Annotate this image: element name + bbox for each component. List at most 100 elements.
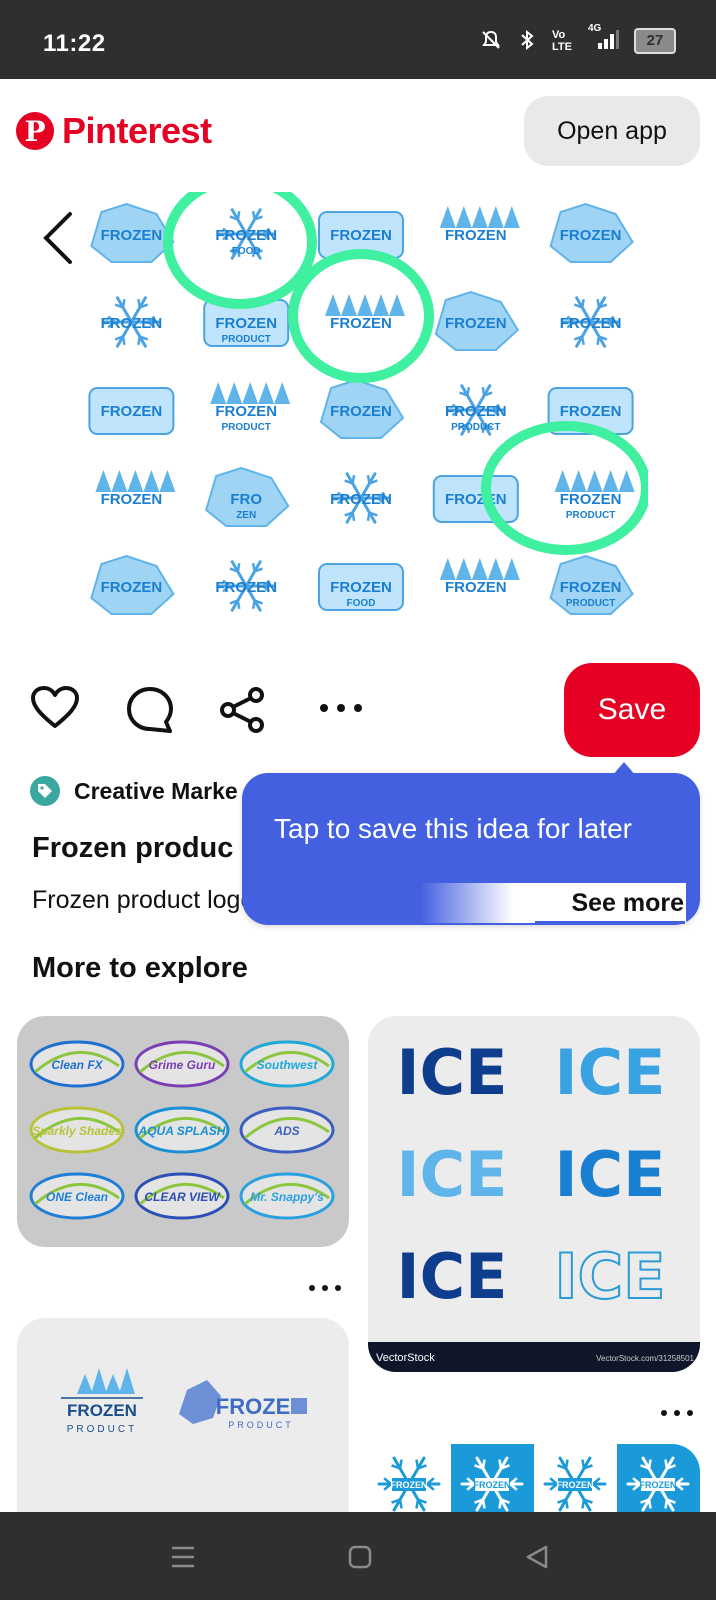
pressure-logo-label: Southwest [257, 1058, 319, 1072]
source-name: Creative Marke [74, 777, 238, 804]
battery-icon: 27 [634, 28, 676, 54]
pressure-logo-label: Clean FX [51, 1058, 103, 1072]
badge-label: FROZEN [640, 1480, 677, 1490]
ice-word: ICE [397, 1240, 508, 1313]
frozen-logo: FROZEN [90, 202, 175, 263]
logo-label: FOOD [347, 598, 376, 609]
pressure-logo: Clean FX [29, 1040, 125, 1088]
logo-label: PRODUCT [566, 598, 615, 609]
logo-label: FROZEN [445, 491, 507, 508]
pressure-logo-label: CLEAR VIEW [144, 1190, 221, 1204]
logo-label: FROZEN [560, 491, 622, 508]
logo-label: FROZEN [445, 579, 507, 596]
logo-label: FROZEN [101, 491, 163, 508]
back-icon[interactable] [524, 1544, 550, 1570]
explore-card-ice-text[interactable]: ICE ICE ICE ICE ICE ICE VectorStock VectorStock… [368, 1016, 700, 1372]
pin-title: Frozen produc [32, 832, 234, 864]
card2-more-icon[interactable] [660, 1393, 694, 1424]
logo-label: FROZEN [445, 315, 507, 332]
ice-word: ICE [397, 1036, 508, 1109]
more-to-explore-heading: More to explore [32, 952, 248, 984]
pin-source[interactable]: Creative Marke [30, 776, 238, 806]
pinterest-logo[interactable]: P Pinterest [16, 110, 212, 152]
logo-label: PRODUCT [451, 422, 500, 433]
logo-label: FROZEN [330, 491, 392, 508]
status-icons: Vo LTE 4G 27 [480, 23, 676, 54]
frozen-logo: FROZEN [319, 378, 405, 439]
logo-label: FROZEN [215, 227, 277, 244]
pressure-logo: ADS [239, 1106, 335, 1154]
frozen-logos-grid: FROZEN FROZENFOODFROZEN FROZEN FROZENFROZEN… [88, 175, 651, 615]
logo-label: FROZEN [101, 315, 163, 332]
home-icon[interactable] [348, 1545, 372, 1569]
pressure-logo: Mr. Snappy's [239, 1172, 335, 1220]
comment-icon[interactable] [126, 686, 174, 734]
card1-more-icon[interactable] [308, 1268, 342, 1299]
frozen-logo: FROZEN [439, 206, 520, 244]
logo-sublabel: PRODUCT [67, 1424, 137, 1435]
frozen-logo: FROZEN [325, 294, 405, 332]
logo-label: FROZEN [560, 227, 622, 244]
network-type: 4G [588, 22, 602, 34]
pressure-logo-label: ADS [273, 1124, 299, 1138]
more-options-icon[interactable] [318, 702, 364, 714]
ice-word: ICE [555, 1036, 666, 1109]
pressure-logo-label: AQUA SPLASH [138, 1124, 226, 1138]
status-bar: 11:22 Vo LTE 4G 27 [0, 0, 716, 79]
pin-image[interactable]: FROZEN FROZEN FOOD FROZEN FROZEN FROZEN FROZEN… [74, 175, 651, 632]
tooltip-text: Tap to save this idea for later [274, 813, 632, 844]
pressure-logo: CLEAR VIEW [134, 1172, 230, 1220]
frozen-logo: FROZEN PRODUCT [549, 554, 634, 615]
logo-label: FOOD [232, 246, 261, 257]
volte-icon: Vo LTE [552, 29, 572, 53]
frozen-logo: FROZEN [549, 202, 634, 263]
frozen-logo: FROZEN PRODUCT [210, 382, 291, 433]
frozen-logo: FROZEN [330, 472, 392, 524]
pressure-logo: AQUA SPLASH [134, 1106, 230, 1154]
frozen-logo: FROZENPRODUCT [179, 1380, 307, 1430]
frozen-logo: FROZEN [215, 560, 277, 612]
logo-label: FROZEN [101, 227, 163, 244]
tag-icon [30, 776, 60, 806]
badge-label: FROZEN [557, 1480, 594, 1490]
ice-word: ICE [397, 1138, 508, 1211]
pressure-logo: Southwest [239, 1040, 335, 1088]
logo-label: PRODUCT [566, 510, 615, 521]
frozen-logo: FROZEN [439, 558, 520, 596]
pressure-logo: Sparkly Shades [29, 1106, 125, 1154]
share-icon[interactable] [218, 686, 268, 734]
recent-apps-icon[interactable] [170, 1545, 196, 1569]
see-more-underline [535, 921, 685, 924]
logo-label: PRODUCT [221, 422, 270, 433]
pressure-logo: ONE Clean [29, 1172, 125, 1220]
logo-label: FROZEN [330, 227, 392, 244]
pressure-washing-logos: Clean FX Grime Guru Southwest Sparkly Shade… [29, 1040, 335, 1220]
bluetooth-icon [516, 29, 538, 54]
logo-label: FROZEN [215, 315, 277, 332]
frozen-logo: FROZEN [205, 466, 290, 527]
explore-card-pressure-logos[interactable]: Clean FX Grime Guru Southwest Sparkly Shade… [17, 1016, 349, 1247]
save-button[interactable]: Save [564, 663, 700, 757]
frozen-logo: FROZENPRODUCT [61, 1368, 143, 1435]
frozen-logo: FROZEN [90, 554, 175, 615]
logo-label: FROZEN [101, 579, 163, 596]
badge-label: FROZEN [474, 1480, 511, 1490]
pressure-logo-label: Sparkly Shades [32, 1124, 122, 1138]
open-app-button[interactable]: Open app [524, 96, 700, 166]
ice-text-styles: ICE ICE ICE ICE ICE ICE VectorStock VectorStock… [368, 1036, 700, 1372]
logo-label: FROZEN [560, 315, 622, 332]
heart-icon[interactable] [30, 686, 80, 730]
logo-label: FROZEN [445, 403, 507, 420]
logo-label: FROZEN [215, 403, 277, 420]
frozen-logo: FROZEN [101, 296, 163, 348]
logo-label: ZEN [236, 510, 256, 521]
frozen-logo: FROZEN FOOD [215, 208, 277, 260]
pressure-logo: Grime Guru [134, 1040, 230, 1088]
logo-label: FROZEN [445, 227, 507, 244]
logo-label: FROZEN [560, 579, 622, 596]
frozen-logo: FROZEN [432, 475, 519, 523]
see-more-link[interactable]: See more [420, 883, 686, 923]
pinterest-p-icon: P [16, 112, 54, 150]
system-nav-bar [0, 1512, 716, 1600]
logo-label: FROZEN [330, 579, 392, 596]
